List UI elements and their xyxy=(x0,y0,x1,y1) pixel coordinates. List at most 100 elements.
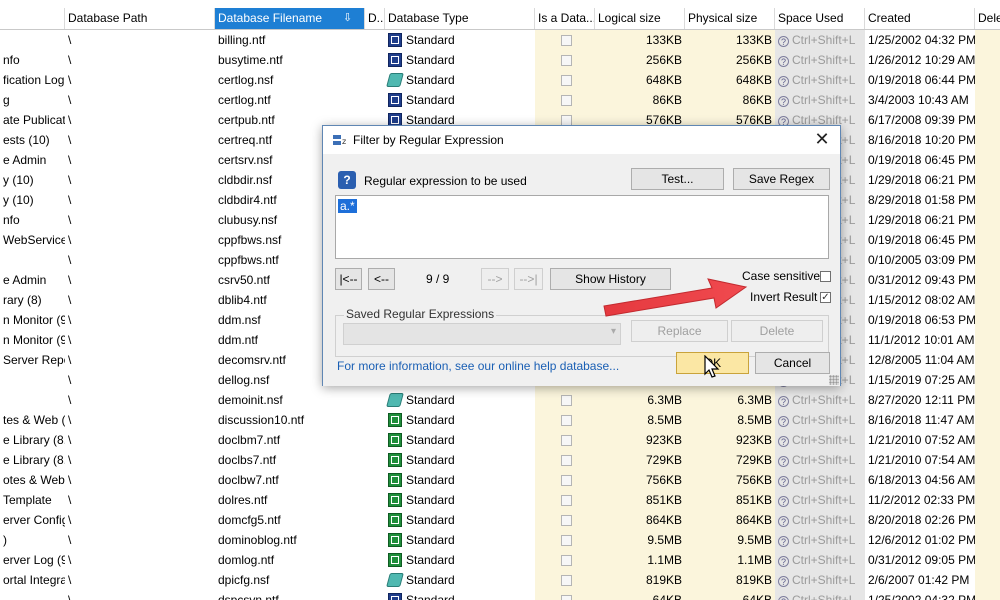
row-physical-size-cell: 256KB xyxy=(685,50,775,70)
row-isdb-checkbox[interactable] xyxy=(561,475,572,487)
invert-result-checkbox[interactable]: ✓ xyxy=(820,292,831,303)
last-button[interactable]: -->| xyxy=(514,268,543,290)
row-path-cell: \ xyxy=(68,193,72,207)
column-header-3[interactable]: D.. xyxy=(365,8,385,29)
table-row[interactable]: e Library (8.5\ doclbm7.ntf Standard 923KB9… xyxy=(0,430,1000,450)
row-type-label: Standard xyxy=(406,573,455,587)
column-header-10[interactable]: Dele xyxy=(975,8,1000,29)
row-path-cell: \ xyxy=(68,33,72,47)
row-physical-size-cell: 729KB xyxy=(685,450,775,470)
row-isdb-checkbox[interactable] xyxy=(561,495,572,507)
saved-regex-select[interactable]: ▾ xyxy=(343,323,621,345)
row-isdb-checkbox[interactable] xyxy=(561,455,572,467)
replace-button[interactable]: Replace xyxy=(631,320,728,342)
column-header-6[interactable]: Logical size xyxy=(595,8,685,29)
row-delete-cell xyxy=(975,370,1000,390)
row-filename-cell: certlog.nsf xyxy=(218,73,274,87)
row-title-cell: erver Config xyxy=(3,513,65,527)
row-filename-cell: billing.ntf xyxy=(218,33,266,47)
row-title-cell: ate Publicat xyxy=(3,113,65,127)
row-d-cell xyxy=(365,410,385,430)
row-isdb-cell xyxy=(535,390,595,410)
question-icon: ? xyxy=(778,76,789,87)
previous-button[interactable]: <-- xyxy=(368,268,395,290)
cancel-button[interactable]: Cancel xyxy=(755,352,830,374)
row-isdb-checkbox[interactable] xyxy=(561,515,572,527)
table-row[interactable]: \ demoinit.nsf Standard 6.3MB 6.3MB? Ctrl+Shi… xyxy=(0,390,1000,410)
row-created-cell: 1/21/2010 07:54 AM xyxy=(868,453,975,467)
filter-sort-icon[interactable]: ⇩ xyxy=(343,8,352,29)
table-row[interactable]: ) \ dominoblog.ntf Standard 9.5MB 9.5MB? Ctrl+… xyxy=(0,530,1000,550)
table-row[interactable]: erver Config \ domcfg5.ntf Standard 864KB 864… xyxy=(0,510,1000,530)
table-row[interactable]: erver Log (9) \ domlog.ntf Standard 1.1MB 1.1… xyxy=(0,550,1000,570)
question-icon: ? xyxy=(778,516,789,527)
row-delete-cell xyxy=(975,430,1000,450)
help-link[interactable]: For more information, see our online hel… xyxy=(337,359,619,373)
first-button[interactable]: |<-- xyxy=(335,268,362,290)
table-row[interactable]: nfo \ busytime.ntf Standard 256KB 256KB? Ctrl+… xyxy=(0,50,1000,70)
row-space-used-cell: ?Ctrl+Shift+L xyxy=(775,430,865,450)
table-row[interactable]: fication Log \ certlog.nsf Standard 648KB 648… xyxy=(0,70,1000,90)
close-icon[interactable]: ✕ xyxy=(812,128,832,150)
table-row[interactable]: Template \ dolres.ntf Standard 851KB 851KB? Ct… xyxy=(0,490,1000,510)
column-header-4[interactable]: Database Type xyxy=(385,8,535,29)
row-isdb-checkbox[interactable] xyxy=(561,35,572,47)
row-isdb-checkbox[interactable] xyxy=(561,555,572,567)
row-space-used-cell: ?Ctrl+Shift+L xyxy=(775,50,865,70)
regex-input[interactable]: a.* xyxy=(335,195,829,259)
row-delete-cell xyxy=(975,450,1000,470)
save-regex-button[interactable]: Save Regex xyxy=(733,168,830,190)
row-isdb-cell xyxy=(535,90,595,110)
table-row[interactable]: e Library (8. \ doclbs7.ntf Standard 729KB 72… xyxy=(0,450,1000,470)
row-path-cell: \ xyxy=(68,313,72,327)
row-d-cell xyxy=(365,430,385,450)
row-isdb-checkbox[interactable] xyxy=(561,395,572,407)
database-type-icon xyxy=(388,553,402,567)
row-type-label: Standard xyxy=(406,93,455,107)
column-header-7[interactable]: Physical size xyxy=(685,8,775,29)
row-delete-cell xyxy=(975,510,1000,530)
delete-button[interactable]: Delete xyxy=(731,320,823,342)
case-sensitive-checkbox[interactable] xyxy=(820,271,831,282)
row-title-cell: fication Log xyxy=(3,73,65,87)
dialog-titlebar[interactable]: z Filter by Regular Expression ✕ xyxy=(323,126,840,154)
row-created-cell: 12/6/2012 01:02 PM xyxy=(868,533,975,547)
row-isdb-checkbox[interactable] xyxy=(561,95,572,107)
row-isdb-checkbox[interactable] xyxy=(561,595,572,600)
table-row[interactable]: \ billing.ntf Standard 133KB 133KB? Ctrl+Shif… xyxy=(0,30,1000,50)
row-isdb-checkbox[interactable] xyxy=(561,575,572,587)
row-path-cell: \ xyxy=(68,433,72,447)
next-button[interactable]: --> xyxy=(481,268,509,290)
table-row[interactable]: \dspcsvn.ntfStandard64KB64KB?Ctrl+Shift+… xyxy=(0,590,1000,600)
row-isdb-checkbox[interactable] xyxy=(561,75,572,87)
row-path-cell: \ xyxy=(68,233,72,247)
row-physical-size-cell: 86KB xyxy=(685,90,775,110)
row-isdb-checkbox[interactable] xyxy=(561,55,572,67)
row-space-used-cell: ?Ctrl+Shift+L xyxy=(775,390,865,410)
column-header-1[interactable]: Database Path xyxy=(65,8,215,29)
column-header-0[interactable] xyxy=(0,8,65,29)
row-created-cell: 3/4/2003 10:43 AM xyxy=(868,93,969,107)
row-title-cell: Template xyxy=(3,493,52,507)
column-header-9[interactable]: Created xyxy=(865,8,975,29)
row-title-cell: ortal Integrat xyxy=(3,573,65,587)
row-isdb-checkbox[interactable] xyxy=(561,535,572,547)
table-row[interactable]: tes & Web (\ discussion10.ntf Standard 8.5M… xyxy=(0,410,1000,430)
table-row[interactable]: ortal Integrat \ dpicfg.nsf Standard 819KB 81… xyxy=(0,570,1000,590)
row-isdb-checkbox[interactable] xyxy=(561,415,572,427)
column-header-5[interactable]: Is a Data... xyxy=(535,8,595,29)
row-logical-size-cell: 86KB xyxy=(595,90,685,110)
table-row[interactable]: g \ certlog.ntf Standard 86KB 86KB? Ctrl+Shift… xyxy=(0,90,1000,110)
row-space-used-cell: ?Ctrl+Shift+L xyxy=(775,470,865,490)
row-created-cell: 1/29/2018 06:21 PM xyxy=(868,173,975,187)
test-button[interactable]: Test... xyxy=(631,168,724,190)
row-type-cell: Standard xyxy=(385,390,535,410)
table-row[interactable]: otes & Web \ doclbw7.ntf Standard 756KB 756KB… xyxy=(0,470,1000,490)
row-type-cell: Standard xyxy=(385,430,535,450)
row-path-cell: \ xyxy=(68,213,72,227)
column-header-8[interactable]: Space Used xyxy=(775,8,865,29)
row-logical-size-cell: 9.5MB xyxy=(595,530,685,550)
database-type-icon xyxy=(388,53,402,67)
row-isdb-checkbox[interactable] xyxy=(561,435,572,447)
resize-grip-icon[interactable] xyxy=(829,375,839,385)
